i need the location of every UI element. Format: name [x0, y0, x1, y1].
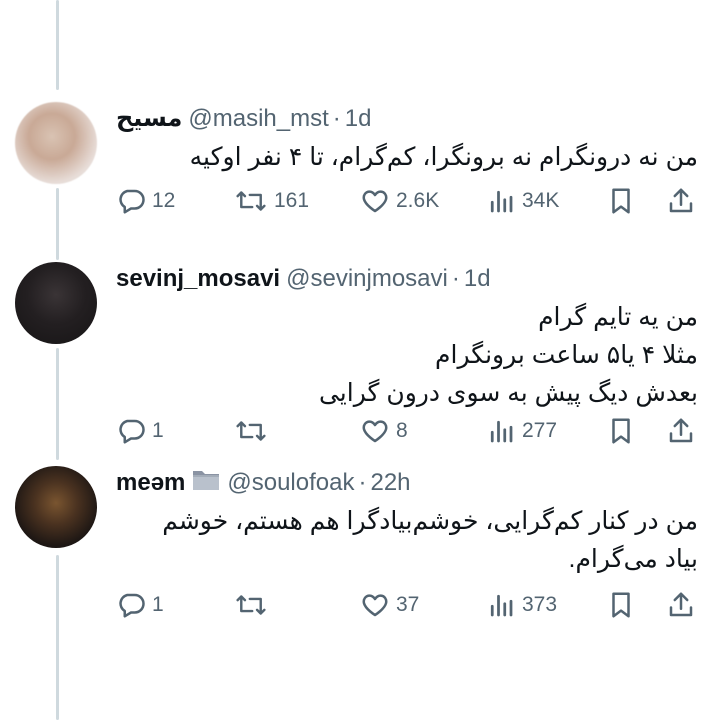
views-button[interactable]: 373 — [486, 588, 557, 622]
views-icon — [486, 416, 516, 446]
separator: · — [332, 105, 341, 132]
share-button[interactable] — [666, 588, 696, 622]
reply-icon — [116, 186, 146, 216]
repost-icon — [234, 186, 268, 216]
reply-count: 1 — [152, 593, 164, 616]
tweet-text: من نه درونگرام نه برونگرا، کم‌گرام، تا ۴… — [189, 143, 698, 171]
timestamp[interactable]: 22h — [370, 468, 410, 498]
tweet-text: من یه تایم گرام مثلا ۴ یا۵ ساعت برونگرام… — [318, 303, 698, 407]
separator: · — [358, 469, 367, 496]
reply-icon — [116, 590, 146, 620]
bookmark-button[interactable] — [606, 414, 636, 448]
reply-button[interactable]: 12 — [116, 184, 175, 218]
like-icon — [360, 590, 390, 620]
user-handle[interactable]: @soulofoak — [227, 468, 354, 498]
avatar[interactable] — [15, 466, 97, 548]
display-name[interactable]: مسیح — [116, 104, 182, 134]
repost-count: 161 — [274, 189, 310, 212]
bookmark-icon — [606, 416, 636, 446]
like-button[interactable]: 8 — [360, 414, 408, 448]
bookmark-icon — [606, 186, 636, 216]
like-button[interactable]: 2.6K — [360, 184, 439, 218]
repost-button[interactable]: 161 — [234, 184, 309, 218]
repost-icon — [234, 590, 268, 620]
views-count: 34K — [522, 189, 560, 212]
tweet-text: من در کنار کم‌گرایی، خوشم‌بیادگرا هم هست… — [162, 507, 698, 573]
display-name[interactable]: meəm — [116, 468, 185, 498]
views-button[interactable]: 277 — [486, 414, 557, 448]
action-bar: 1 37 373 — [116, 588, 706, 622]
like-button[interactable]: 37 — [360, 588, 419, 622]
tweet-header: sevinj_mosavi @sevinjmosavi · 1d — [116, 264, 700, 294]
user-handle[interactable]: @masih_mst — [188, 104, 328, 134]
tweet-sevinj[interactable]: sevinj_mosavi @sevinjmosavi · 1d من یه ت… — [0, 262, 720, 462]
share-button[interactable] — [666, 184, 696, 218]
folder-icon — [191, 466, 221, 500]
views-icon — [486, 590, 516, 620]
views-icon — [486, 186, 516, 216]
avatar[interactable] — [15, 102, 97, 184]
like-count: 37 — [396, 593, 420, 616]
reply-button[interactable]: 1 — [116, 414, 164, 448]
reply-count: 1 — [152, 419, 164, 442]
bookmark-icon — [606, 590, 636, 620]
views-button[interactable]: 34K — [486, 184, 559, 218]
like-icon — [360, 416, 390, 446]
reply-icon — [116, 416, 146, 446]
reply-button[interactable]: 1 — [116, 588, 164, 622]
reply-count: 12 — [152, 189, 176, 212]
share-icon — [666, 186, 696, 216]
separator: · — [451, 265, 460, 292]
avatar[interactable] — [15, 262, 97, 344]
tweet-masih[interactable]: مسیح @masih_mst · 1d من نه درونگرام نه ب… — [0, 102, 720, 272]
like-count: 2.6K — [396, 189, 440, 212]
thread-line-top — [56, 0, 59, 90]
views-count: 277 — [522, 419, 558, 442]
display-name[interactable]: sevinj_mosavi — [116, 264, 280, 294]
user-handle[interactable]: @sevinjmosavi — [286, 264, 448, 294]
repost-button[interactable] — [234, 414, 274, 448]
timestamp[interactable]: 1d — [464, 264, 491, 294]
repost-icon — [234, 416, 268, 446]
like-count: 8 — [396, 419, 408, 442]
share-icon — [666, 590, 696, 620]
timestamp[interactable]: 1d — [345, 104, 372, 134]
bookmark-button[interactable] — [606, 588, 636, 622]
share-icon — [666, 416, 696, 446]
tweet-meem[interactable]: meəm @soulofoak · 22h من در کنار کم‌گرای… — [0, 466, 720, 636]
action-bar: 1 8 277 — [116, 414, 706, 448]
tweet-header: مسیح @masih_mst · 1d — [116, 104, 700, 134]
views-count: 373 — [522, 593, 558, 616]
tweet-header: meəm @soulofoak · 22h — [116, 468, 700, 498]
bookmark-button[interactable] — [606, 184, 636, 218]
action-bar: 12 161 2.6K 34K — [116, 184, 706, 218]
repost-button[interactable] — [234, 588, 274, 622]
share-button[interactable] — [666, 414, 696, 448]
like-icon — [360, 186, 390, 216]
